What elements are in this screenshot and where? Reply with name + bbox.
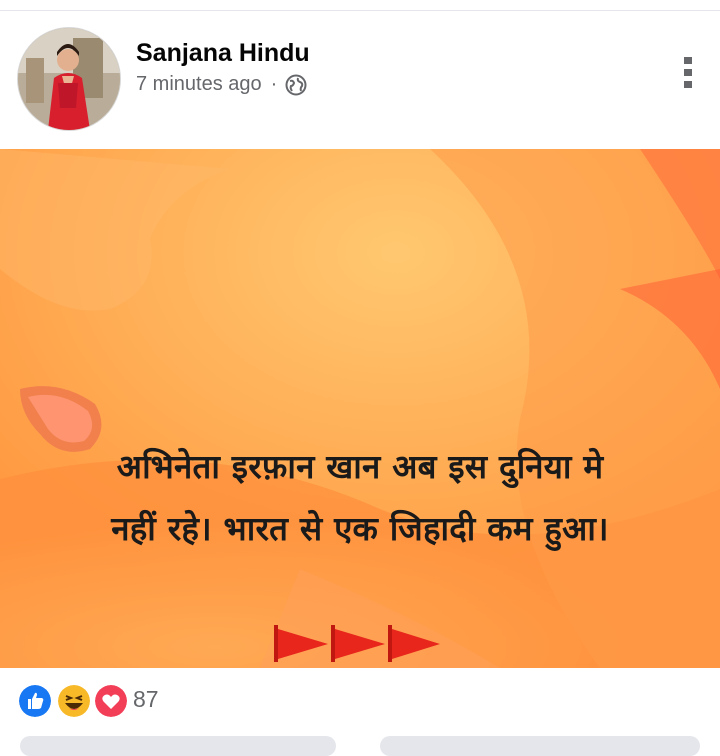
- like-icon[interactable]: [17, 683, 53, 719]
- reaction-count[interactable]: 87: [133, 686, 159, 713]
- author-avatar[interactable]: [18, 28, 120, 130]
- author-name[interactable]: Sanjana Hindu: [136, 39, 310, 68]
- saffron-flag-icon: [388, 625, 440, 662]
- post-timestamp[interactable]: 7 minutes ago: [136, 73, 262, 96]
- post-header: Sanjana Hindu 7 minutes ago ·: [0, 11, 720, 149]
- saffron-flag-icon: [274, 625, 328, 662]
- meta-separator: ·: [270, 73, 278, 95]
- vertical-ellipsis-icon[interactable]: [680, 55, 696, 89]
- action-button-right[interactable]: [380, 736, 700, 756]
- haha-icon[interactable]: [56, 683, 92, 719]
- globe-icon: [285, 74, 307, 95]
- action-button-left[interactable]: [20, 736, 336, 756]
- image-caption: अभिनेता इरफ़ान खान अब इस दुनिया मे नहीं …: [0, 436, 720, 560]
- image-background: [0, 149, 720, 668]
- post-meta: 7 minutes ago ·: [136, 73, 307, 96]
- caption-line-2: नहीं रहे। भारत से एक जिहादी कम हुआ।: [111, 509, 609, 548]
- love-icon[interactable]: [93, 683, 129, 719]
- flags-row: [274, 625, 440, 662]
- saffron-flag-icon: [331, 625, 385, 662]
- avatar-photo: [18, 28, 120, 130]
- caption-line-1: अभिनेता इरफ़ान खान अब इस दुनिया मे: [116, 447, 604, 486]
- post-image[interactable]: अभिनेता इरफ़ान खान अब इस दुनिया मे नहीं …: [0, 149, 720, 668]
